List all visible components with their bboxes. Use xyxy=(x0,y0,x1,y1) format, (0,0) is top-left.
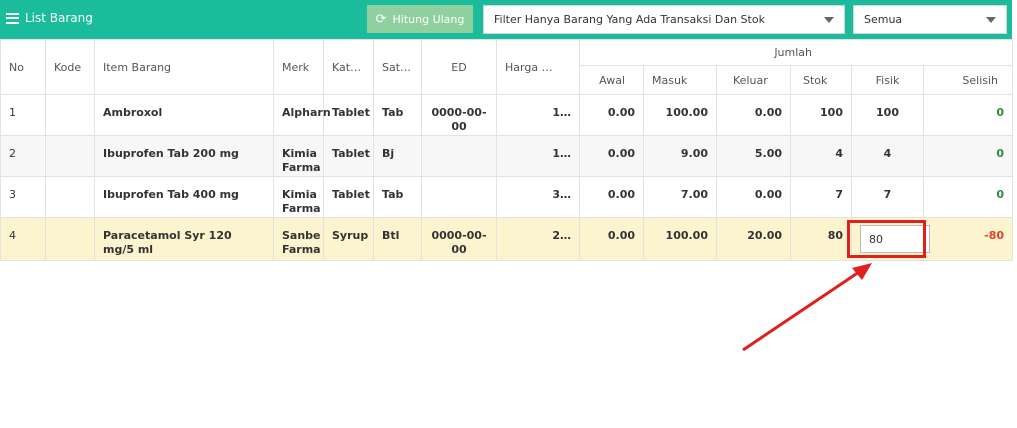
annotation-arrow-icon xyxy=(742,263,872,352)
